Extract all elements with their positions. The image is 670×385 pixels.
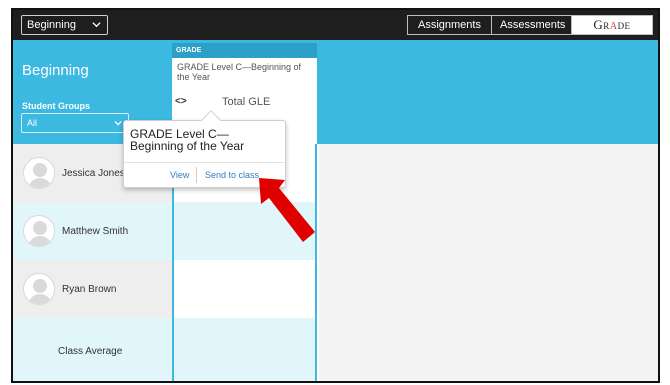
assessment-name: GRADE Level C—Beginning of the Year [177,62,302,82]
chevron-down-icon [114,120,122,126]
logo-part: Gr [593,17,610,32]
avatar [23,215,55,247]
app-frame: Beginning Assignments Assessments GrAde … [11,8,660,383]
student-name: Matthew Smith [62,225,129,237]
grade-logo: GrAde [572,16,652,34]
logo-accent: A [609,21,618,32]
student-name: Jessica Jones [62,167,125,179]
popover-title: GRADE Level C— Beginning of the Year [130,127,245,153]
view-button[interactable]: View [170,170,189,180]
code-icon[interactable]: <> [175,96,187,107]
total-gle-label: Total GLE [222,96,271,108]
student-name: Ryan Brown [62,283,117,295]
logo-part-end: de [617,17,631,32]
send-to-class-button[interactable]: Send to class [205,170,259,180]
action-separator [196,167,197,183]
grade-cell [174,318,315,381]
page-title: Beginning [22,62,89,79]
top-bar: Beginning Assignments Assessments GrAde [13,10,658,40]
nav-tabs: Assignments Assessments GrAde [407,15,653,35]
tab-assignments[interactable]: Assignments [408,16,492,34]
student-groups-value: All [27,118,38,128]
class-average-label: Class Average [58,346,123,357]
level-select-value: Beginning [27,19,76,31]
tab-assessments[interactable]: Assessments [492,16,572,34]
student-row[interactable]: Matthew Smith [13,202,172,260]
header-band: Beginning Student Groups All [13,40,658,144]
chevron-down-icon [92,22,101,28]
student-groups-label: Student Groups [22,101,90,111]
empty-grid-area [319,144,658,381]
annotation-arrow-icon [259,178,315,242]
student-row[interactable]: Ryan Brown [13,260,172,318]
class-average-row: Class Average [13,318,172,381]
student-groups-select[interactable]: All [21,113,129,133]
level-select[interactable]: Beginning [21,15,108,35]
avatar [23,157,55,189]
grade-cell[interactable] [174,260,315,318]
grade-tag: GRADE [172,43,317,58]
avatar [23,273,55,305]
